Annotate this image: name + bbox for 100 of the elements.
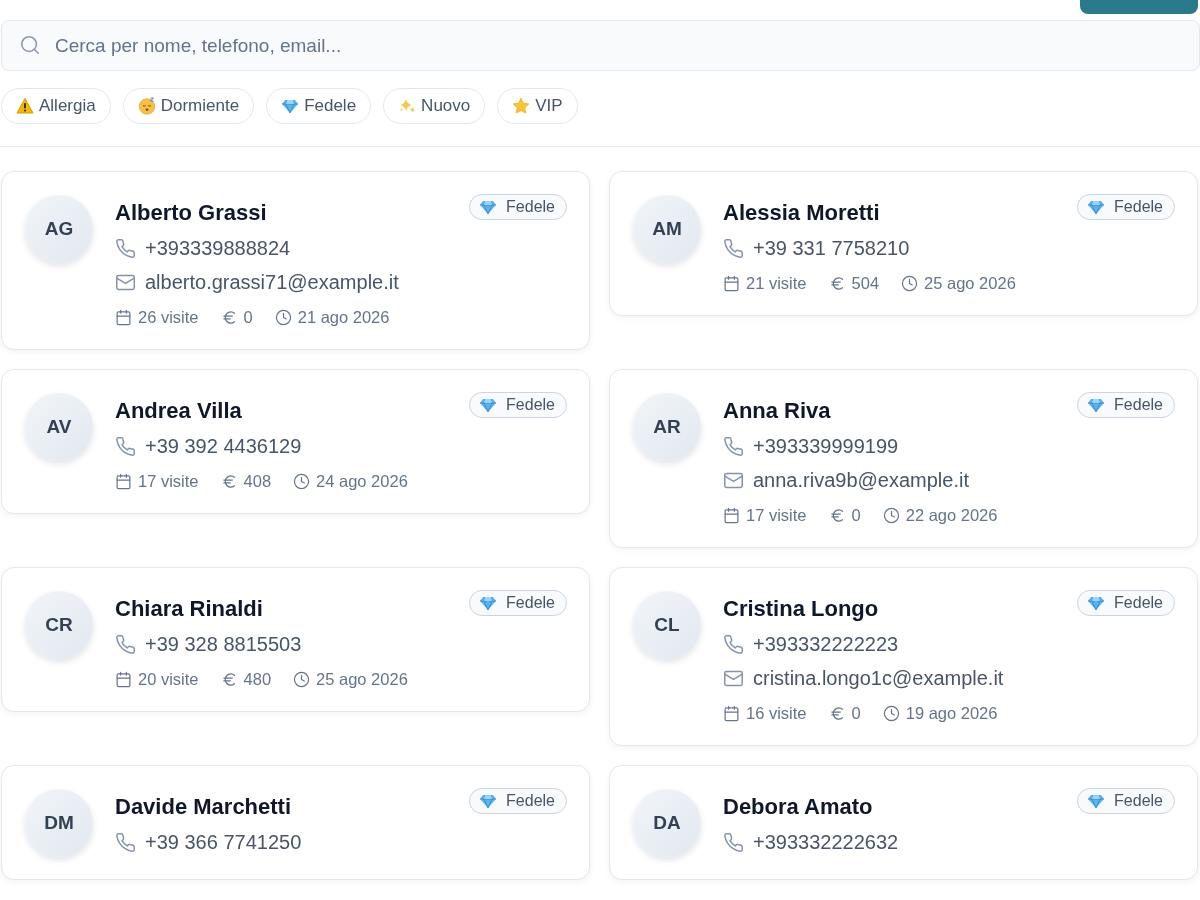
phone-icon: [115, 634, 136, 655]
avatar-initials: DM: [25, 789, 93, 857]
clock-icon: [293, 671, 311, 688]
calendar-icon: [723, 275, 740, 292]
filter-chip[interactable]: Dormiente: [122, 88, 255, 124]
euro-icon: [220, 671, 238, 688]
phone-icon: [723, 436, 744, 457]
tag-badge: Fedele: [1077, 194, 1175, 220]
avatar-initials: AR: [633, 393, 701, 461]
gem-icon: [1087, 396, 1106, 414]
calendar-icon: [723, 507, 740, 524]
client-name: Alessia Moretti: [723, 200, 880, 226]
filter-chip[interactable]: VIP: [497, 88, 578, 124]
avatar-initials: AV: [25, 393, 93, 461]
client-name: Chiara Rinaldi: [115, 596, 263, 622]
star-icon: [512, 97, 531, 115]
avatar-initials: CR: [25, 591, 93, 659]
client-name: Anna Riva: [723, 398, 831, 424]
client-name: Davide Marchetti: [115, 794, 292, 820]
tag-badge: Fedele: [1077, 590, 1175, 616]
phone-number: +393339999199: [753, 435, 899, 458]
visit-count: 16 visite: [746, 704, 807, 723]
phone-number: +393332222223: [753, 633, 899, 656]
search-icon: [19, 34, 41, 56]
amount-spent: 504: [851, 274, 880, 293]
filter-chip[interactable]: Nuovo: [383, 88, 486, 124]
euro-icon: [828, 705, 846, 722]
last-visit-date: 24 ago 2026: [316, 472, 408, 491]
avatar-initials: DA: [633, 789, 701, 857]
phone-icon: [115, 436, 136, 457]
email-address: alberto.grassi71@example.it: [145, 271, 399, 294]
phone-icon: [115, 238, 136, 259]
face-icon: [137, 97, 156, 115]
amount-spent: 0: [243, 308, 253, 327]
clock-icon: [901, 275, 919, 292]
last-visit-date: 19 ago 2026: [905, 704, 998, 723]
calendar-icon: [115, 671, 132, 688]
phone-number: +393339888824: [145, 237, 291, 260]
tag-badge: Fedele: [1077, 392, 1175, 418]
email-address: anna.riva9b@example.it: [753, 469, 969, 492]
clock-icon: [882, 507, 900, 524]
calendar-icon: [115, 309, 132, 326]
calendar-icon: [723, 705, 740, 722]
calendar-icon: [115, 473, 132, 490]
tag-badge: Fedele: [1077, 788, 1175, 814]
phone-icon: [723, 238, 744, 259]
client-card[interactable]: AM Alessia Moretti Fedele +39 331 7758210 21 visite 504 25 ago 2026: [609, 171, 1198, 316]
client-card[interactable]: AG Alberto Grassi Fedele +393339888824 alberto.grassi71@example.it 26 visite 0 21 ago 2026: [1, 171, 590, 350]
gem-icon: [479, 792, 498, 810]
primary-button[interactable]: [1080, 0, 1198, 14]
client-name: Alberto Grassi: [115, 200, 267, 226]
amount-spent: 408: [243, 472, 272, 491]
client-name: Debora Amato: [723, 794, 873, 820]
euro-icon: [828, 507, 846, 524]
amount-spent: 0: [851, 704, 861, 723]
clock-icon: [293, 473, 311, 490]
sparkles-icon: [398, 97, 417, 115]
gem-icon: [1087, 594, 1106, 612]
last-visit-date: 25 ago 2026: [924, 274, 1016, 293]
tag-badge: Fedele: [469, 590, 567, 616]
last-visit-date: 21 ago 2026: [297, 308, 390, 327]
visit-count: 17 visite: [138, 472, 199, 491]
gem-icon: [479, 594, 498, 612]
client-card[interactable]: AV Andrea Villa Fedele +39 392 4436129 17 visite 408 24 ago 2026: [1, 369, 590, 514]
gem-icon: [479, 198, 498, 216]
client-card[interactable]: CR Chiara Rinaldi Fedele +39 328 8815503 20 visite 480 25 ago 2026: [1, 567, 590, 712]
phone-number: +393332222632: [753, 831, 899, 854]
visit-count: 26 visite: [138, 308, 199, 327]
amount-spent: 0: [851, 506, 861, 525]
warning-icon: [16, 97, 34, 115]
mail-icon: [115, 272, 136, 293]
visit-count: 20 visite: [138, 670, 199, 689]
client-card[interactable]: AR Anna Riva Fedele +393339999199 anna.riva9b@example.it 17 visite 0 22 ago 2026: [609, 369, 1198, 548]
client-card[interactable]: CL Cristina Longo Fedele +393332222223 cristina.longo1c@example.it 16 visite 0 19 ago 2026: [609, 567, 1198, 746]
client-name: Andrea Villa: [115, 398, 242, 424]
tag-badge: Fedele: [469, 788, 567, 814]
filter-chip[interactable]: Fedele: [266, 88, 372, 124]
last-visit-date: 25 ago 2026: [316, 670, 408, 689]
euro-icon: [828, 275, 846, 292]
gem-icon: [1087, 198, 1106, 216]
mail-icon: [723, 668, 744, 689]
phone-icon: [723, 634, 744, 655]
search-field[interactable]: Cerca per nome, telefono, email...: [1, 20, 1200, 71]
phone-number: +39 331 7758210: [753, 237, 910, 260]
phone-number: +39 328 8815503: [145, 633, 302, 656]
client-card[interactable]: DA Debora Amato Fedele +393332222632: [609, 765, 1198, 880]
phone-icon: [723, 832, 744, 853]
amount-spent: 480: [243, 670, 272, 689]
email-address: cristina.longo1c@example.it: [753, 667, 1004, 690]
avatar-initials: AM: [633, 195, 701, 263]
filter-chip[interactable]: Allergia: [1, 88, 111, 124]
gem-icon: [1087, 792, 1106, 810]
tag-badge: Fedele: [469, 194, 567, 220]
tag-badge: Fedele: [469, 392, 567, 418]
euro-icon: [220, 473, 238, 490]
phone-icon: [115, 832, 136, 853]
euro-icon: [220, 309, 238, 326]
client-card[interactable]: DM Davide Marchetti Fedele +39 366 7741250: [1, 765, 590, 880]
phone-number: +39 392 4436129: [145, 435, 302, 458]
client-name: Cristina Longo: [723, 596, 879, 622]
